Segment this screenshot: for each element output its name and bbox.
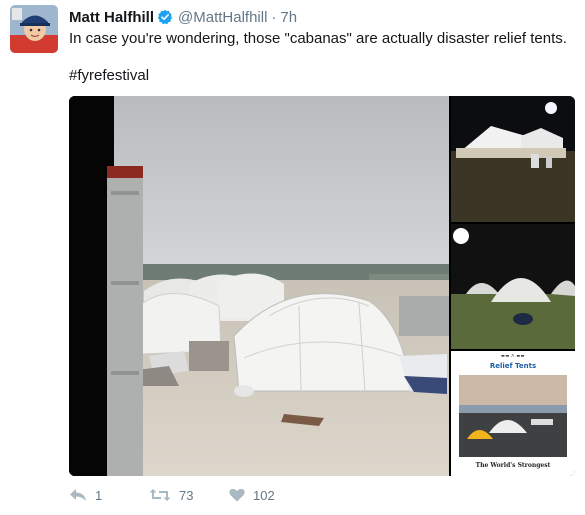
- document-header: ▬▬ ᐱ ▬▬: [501, 353, 525, 358]
- tweet-header: Matt Halfhill @MattHalfhill · 7h: [69, 7, 297, 27]
- like-count: 102: [253, 487, 275, 503]
- photo-relief-tents-doc[interactable]: ▬▬ ᐱ ▬▬ Relief Tents The World's Stronge…: [451, 351, 575, 476]
- avatar[interactable]: [10, 5, 58, 53]
- media-grid: ▬▬ ᐱ ▬▬ Relief Tents The World's Stronge…: [69, 96, 575, 476]
- display-name[interactable]: Matt Halfhill: [69, 9, 154, 26]
- retweet-count: 73: [179, 487, 194, 503]
- reply-count: 1: [95, 487, 103, 503]
- reply-icon: [69, 488, 87, 502]
- hashtag-link[interactable]: #fyrefestival: [69, 66, 149, 86]
- reply-button[interactable]: 1: [69, 488, 149, 503]
- retweet-icon: [149, 488, 171, 502]
- document-caption: The World's Strongest: [475, 462, 551, 469]
- separator-dot: ·: [271, 8, 277, 26]
- tweet-actions: 1 73 102: [69, 484, 309, 506]
- like-button[interactable]: 102: [229, 488, 309, 503]
- photo-dome-tents[interactable]: [451, 224, 575, 349]
- timestamp[interactable]: 7h: [280, 9, 297, 26]
- photo-main[interactable]: [69, 96, 449, 476]
- verified-badge-icon: [157, 9, 173, 25]
- tweet-text: In case you're wondering, those "cabanas…: [69, 30, 567, 47]
- retweet-button[interactable]: 73: [149, 488, 229, 503]
- user-handle[interactable]: @MattHalfhill: [178, 9, 267, 26]
- document-title: Relief Tents: [489, 362, 537, 370]
- photo-night-tents[interactable]: [451, 96, 575, 222]
- heart-icon: [229, 488, 245, 502]
- tweet: Matt Halfhill @MattHalfhill · 7h In case…: [0, 0, 585, 515]
